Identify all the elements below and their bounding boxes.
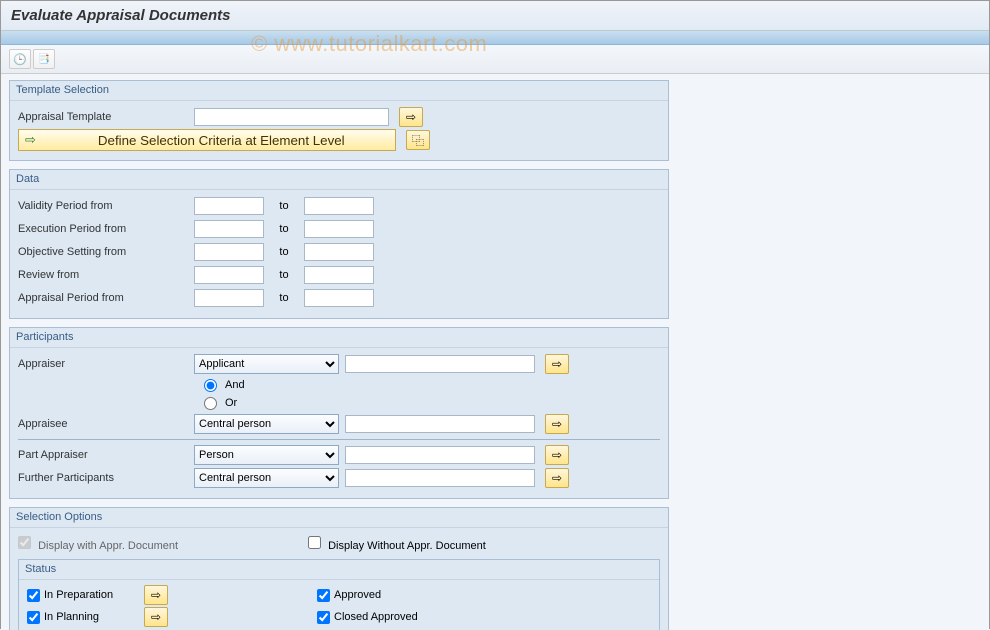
- display-with-checkbox-wrap: Display with Appr. Document: [18, 536, 308, 552]
- execution-from-input[interactable]: [194, 220, 264, 238]
- data-group-title: Data: [10, 170, 668, 190]
- review-from-input[interactable]: [194, 266, 264, 284]
- decorative-band: [1, 31, 989, 45]
- status-group: Status In Preparation ⇨ In Planning: [18, 559, 660, 630]
- execution-to-input[interactable]: [304, 220, 374, 238]
- participants-title: Participants: [10, 328, 668, 348]
- content-area: Template Selection Appraisal Template ⇨ …: [1, 74, 989, 630]
- display-with-checkbox: [18, 536, 31, 549]
- appraisal-template-multi-button[interactable]: ⇨: [399, 107, 423, 127]
- validity-from-input[interactable]: [194, 197, 264, 215]
- execution-from-label: Execution Period from: [18, 223, 194, 235]
- objective-to-input[interactable]: [304, 243, 374, 261]
- variants-button[interactable]: [33, 49, 55, 69]
- closed-approved-checkbox[interactable]: [317, 611, 330, 624]
- display-without-checkbox[interactable]: [308, 536, 321, 549]
- page-title: Evaluate Appraisal Documents: [1, 1, 989, 31]
- to-label: to: [264, 246, 304, 258]
- divider: [18, 439, 660, 440]
- to-label: to: [264, 292, 304, 304]
- further-participants-input[interactable]: [345, 469, 535, 487]
- status-title: Status: [19, 560, 659, 580]
- further-participants-select[interactable]: Central person: [194, 468, 339, 488]
- and-label: And: [225, 379, 245, 391]
- to-label: to: [264, 269, 304, 281]
- or-radio[interactable]: [204, 397, 217, 410]
- to-label: to: [264, 223, 304, 235]
- display-with-label: Display with Appr. Document: [38, 540, 178, 552]
- appraiser-multi-button[interactable]: ⇨: [545, 354, 569, 374]
- appraisee-select[interactable]: Central person: [194, 414, 339, 434]
- appraisal-from-label: Appraisal Period from: [18, 292, 194, 304]
- objective-from-label: Objective Setting from: [18, 246, 194, 258]
- clock-icon: [13, 53, 27, 66]
- to-label: to: [264, 200, 304, 212]
- appraisal-template-input[interactable]: [194, 108, 389, 126]
- in-planning-checkbox[interactable]: [27, 611, 40, 624]
- further-participants-label: Further Participants: [18, 472, 194, 484]
- part-appraiser-input[interactable]: [345, 446, 535, 464]
- arrow-right-icon: ⇨: [151, 610, 161, 624]
- copy-icon: [38, 53, 50, 65]
- appraiser-select[interactable]: Applicant: [194, 354, 339, 374]
- approved-checkbox[interactable]: [317, 589, 330, 602]
- appraisee-label: Appraisee: [18, 418, 194, 430]
- copy-icon: ⿻: [412, 132, 424, 149]
- appraisee-input[interactable]: [345, 415, 535, 433]
- approved-label: Approved: [334, 589, 381, 601]
- in-planning-label: In Planning: [44, 611, 134, 623]
- validity-from-label: Validity Period from: [18, 200, 194, 212]
- arrow-right-icon: ⇨: [151, 588, 161, 602]
- display-without-checkbox-wrap[interactable]: Display Without Appr. Document: [308, 536, 486, 552]
- toolbar: [1, 45, 989, 74]
- or-label: Or: [225, 397, 237, 409]
- arrow-right-icon: ⇨: [25, 132, 36, 148]
- review-to-input[interactable]: [304, 266, 374, 284]
- arrow-right-icon: ⇨: [552, 357, 562, 371]
- arrow-right-icon: ⇨: [406, 110, 416, 124]
- selection-options-group: Selection Options Display with Appr. Doc…: [9, 507, 669, 630]
- and-radio[interactable]: [204, 379, 217, 392]
- arrow-right-icon: ⇨: [552, 448, 562, 462]
- data-group: Data Validity Period from to Execution P…: [9, 169, 669, 319]
- in-preparation-multi-button[interactable]: ⇨: [144, 585, 168, 605]
- part-appraiser-label: Part Appraiser: [18, 449, 194, 461]
- appraiser-input[interactable]: [345, 355, 535, 373]
- selection-options-title: Selection Options: [10, 508, 668, 528]
- part-appraiser-multi-button[interactable]: ⇨: [545, 445, 569, 465]
- closed-approved-label: Closed Approved: [334, 611, 418, 623]
- objective-from-input[interactable]: [194, 243, 264, 261]
- template-selection-title: Template Selection: [10, 81, 668, 101]
- arrow-right-icon: ⇨: [552, 471, 562, 485]
- arrow-right-icon: ⇨: [552, 417, 562, 431]
- display-without-label: Display Without Appr. Document: [328, 540, 486, 552]
- participants-group: Participants Appraiser Applicant ⇨ And O…: [9, 327, 669, 499]
- copy-selection-button[interactable]: ⿻: [406, 130, 430, 150]
- appraisal-from-input[interactable]: [194, 289, 264, 307]
- review-from-label: Review from: [18, 269, 194, 281]
- in-preparation-checkbox[interactable]: [27, 589, 40, 602]
- define-selection-criteria-label: Define Selection Criteria at Element Lev…: [98, 133, 345, 148]
- define-selection-criteria-button[interactable]: ⇨ Define Selection Criteria at Element L…: [18, 129, 396, 151]
- in-planning-multi-button[interactable]: ⇨: [144, 607, 168, 627]
- appraiser-label: Appraiser: [18, 358, 194, 370]
- appraisee-multi-button[interactable]: ⇨: [545, 414, 569, 434]
- template-selection-group: Template Selection Appraisal Template ⇨ …: [9, 80, 669, 161]
- execute-button[interactable]: [9, 49, 31, 69]
- part-appraiser-select[interactable]: Person: [194, 445, 339, 465]
- appraisal-to-input[interactable]: [304, 289, 374, 307]
- further-participants-multi-button[interactable]: ⇨: [545, 468, 569, 488]
- appraisal-template-label: Appraisal Template: [18, 111, 194, 123]
- in-preparation-label: In Preparation: [44, 589, 134, 601]
- validity-to-input[interactable]: [304, 197, 374, 215]
